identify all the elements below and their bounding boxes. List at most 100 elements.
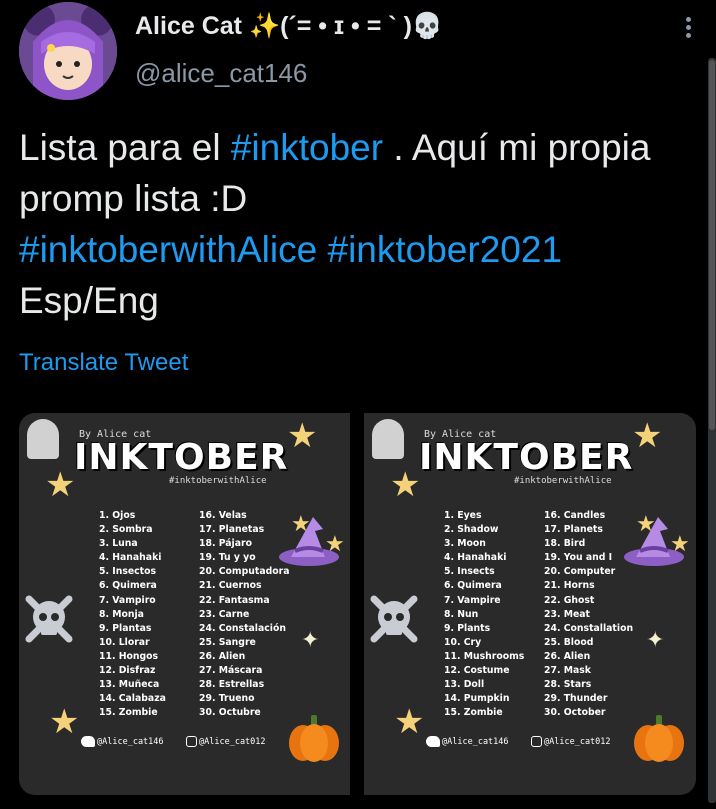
skull-crossbones-icon xyxy=(25,595,73,643)
ghost-icon xyxy=(372,419,404,459)
prompt-item: 30. Octubre xyxy=(199,707,261,719)
prompt-item: 20. Computer xyxy=(544,566,616,578)
star-icon: ★ xyxy=(49,703,80,741)
prompt-item: 19. Tu y yo xyxy=(199,552,256,564)
prompt-item: 29. Trueno xyxy=(199,693,255,705)
prompt-item: 4. Hanahaki xyxy=(444,552,507,564)
prompt-item: 16. Velas xyxy=(199,510,247,521)
instagram-icon xyxy=(531,736,542,747)
tweet-text: Lista para el #inktober . Aquí mi propia… xyxy=(19,127,651,321)
prompt-item: 26. Alien xyxy=(199,650,246,662)
prompt-item: 11. Hongos xyxy=(99,650,159,662)
instagram-credit: @Alice_cat012 xyxy=(186,736,266,747)
prompt-item: 29. Thunder xyxy=(544,693,608,705)
prompt-item: 12. Costume xyxy=(444,665,510,677)
star-icon: ★ xyxy=(636,511,656,536)
twitter-credit: @Alice_cat146 xyxy=(81,736,164,747)
sparkles-icon: ✨ xyxy=(248,12,281,40)
prompt-item: 15. Zombie xyxy=(99,707,158,719)
translate-tweet-link[interactable]: Translate Tweet xyxy=(19,349,188,377)
star-icon: ★ xyxy=(394,703,425,741)
prompt-item: 5. Insects xyxy=(444,566,495,578)
star-icon: ★ xyxy=(287,417,318,455)
star-icon: ★ xyxy=(291,511,311,536)
prompt-item: 24. Constalación xyxy=(199,622,286,634)
prompt-item: 18. Bird xyxy=(544,538,586,550)
prompt-item: 22. Fantasma xyxy=(199,594,270,606)
tweet-image-english[interactable]: By Alice cat INKTOBER ★ ★ #inktoberwithA… xyxy=(364,413,696,795)
prompt-item: 13. Doll xyxy=(444,679,485,691)
author-handle[interactable]: @alice_cat146 xyxy=(135,58,307,89)
star-icon: ★ xyxy=(390,466,421,504)
prompt-item: 2. Sombra xyxy=(99,524,153,536)
image-hashtag: #inktoberwithAlice xyxy=(514,476,612,486)
prompt-item: 28. Estrellas xyxy=(199,679,265,691)
image-title: INKTOBER xyxy=(74,437,289,478)
tweet-image-spanish[interactable]: By Alice cat INKTOBER ★ ★ #inktoberwithA… xyxy=(19,413,350,795)
prompt-item: 21. Cuernos xyxy=(199,580,262,592)
prompt-item: 1. Eyes xyxy=(444,510,482,521)
prompt-item: 14. Pumpkin xyxy=(444,693,510,705)
skull-emoji-icon: 💀 xyxy=(411,12,444,40)
star-icon: ★ xyxy=(632,417,663,455)
prompt-item: 1. Ojos xyxy=(99,510,136,521)
twitter-bird-icon xyxy=(81,736,95,747)
prompt-item: 9. Plantas xyxy=(99,622,152,634)
prompt-item: 14. Calabaza xyxy=(99,693,166,705)
prompt-item: 3. Moon xyxy=(444,538,486,550)
hashtag-inktoberwithalice[interactable]: #inktoberwithAlice xyxy=(19,229,317,270)
prompt-item: 8. Monja xyxy=(99,608,144,620)
prompt-item: 28. Stars xyxy=(544,679,592,691)
image-title: INKTOBER xyxy=(419,437,634,478)
author-kaomoji: (´= • ɪ • = ` ) xyxy=(280,12,412,40)
prompt-item: 12. Disfraz xyxy=(99,665,156,677)
prompt-item: 25. Sangre xyxy=(199,636,256,648)
instagram-icon xyxy=(186,736,197,747)
prompt-item: 4. Hanahaki xyxy=(99,552,162,564)
hashtag-inktober2021[interactable]: #inktober2021 xyxy=(328,229,563,270)
prompt-item: 27. Mask xyxy=(544,665,591,677)
image-hashtag: #inktoberwithAlice xyxy=(169,476,267,486)
prompt-item: 5. Insectos xyxy=(99,566,157,578)
prompt-item: 23. Meat xyxy=(544,608,590,620)
twitter-credit: @Alice_cat146 xyxy=(426,736,509,747)
star-icon: ★ xyxy=(325,531,345,556)
prompt-item: 10. Llorar xyxy=(99,636,150,648)
prompt-item: 8. Nun xyxy=(444,608,479,620)
prompt-item: 7. Vampiro xyxy=(99,594,156,606)
skull-crossbones-icon xyxy=(370,595,418,643)
twitter-bird-icon xyxy=(426,736,440,747)
prompt-item: 16. Candles xyxy=(544,510,606,521)
prompt-item: 9. Plants xyxy=(444,622,491,634)
star-icon: ✦ xyxy=(646,627,665,652)
prompt-item: 19. You and I xyxy=(544,552,613,564)
prompt-list-column-2: 16. Velas 17. Planetas 18. Pájaro 19. Tu y … xyxy=(199,509,290,720)
prompt-item: 26. Alien xyxy=(544,650,591,662)
prompt-item: 6. Quimera xyxy=(99,580,157,592)
prompt-item: 17. Planetas xyxy=(199,524,265,536)
prompt-list-column-1: 1. Eyes 2. Shadow 3. Moon 4. Hanahaki 5. Ins… xyxy=(444,509,524,720)
prompt-item: 18. Pájaro xyxy=(199,538,252,550)
star-icon: ★ xyxy=(45,466,76,504)
prompt-item: 24. Constallation xyxy=(544,622,634,634)
prompt-item: 13. Muñeca xyxy=(99,679,160,691)
hashtag-inktober[interactable]: #inktober xyxy=(231,127,383,168)
instagram-credit: @Alice_cat012 xyxy=(531,736,611,747)
star-icon: ★ xyxy=(670,531,690,556)
prompt-item: 21. Horns xyxy=(544,580,595,592)
avatar[interactable] xyxy=(19,2,117,100)
prompt-list-column-1: 1. Ojos 2. Sombra 3. Luna 4. Hanahaki 5. Ins… xyxy=(99,509,166,720)
star-icon: ✦ xyxy=(301,627,320,652)
pumpkin-icon xyxy=(634,715,684,762)
prompt-item: 3. Luna xyxy=(99,538,138,550)
more-options-icon[interactable] xyxy=(678,14,698,44)
prompt-item: 15. Zombie xyxy=(444,707,503,719)
scrollbar-thumb[interactable] xyxy=(709,60,715,430)
pumpkin-icon xyxy=(289,715,339,762)
prompt-item: 22. Ghost xyxy=(544,594,595,606)
prompt-list-column-2: 16. Candles 17. Planets 18. Bird 19. You an… xyxy=(544,509,633,720)
prompt-item: 20. Computadora xyxy=(199,566,290,578)
prompt-item: 23. Carne xyxy=(199,608,250,620)
prompt-item: 27. Máscara xyxy=(199,665,263,677)
author-display-name[interactable]: Alice Cat ✨(´= • ɪ • = ` )💀 xyxy=(135,12,443,41)
